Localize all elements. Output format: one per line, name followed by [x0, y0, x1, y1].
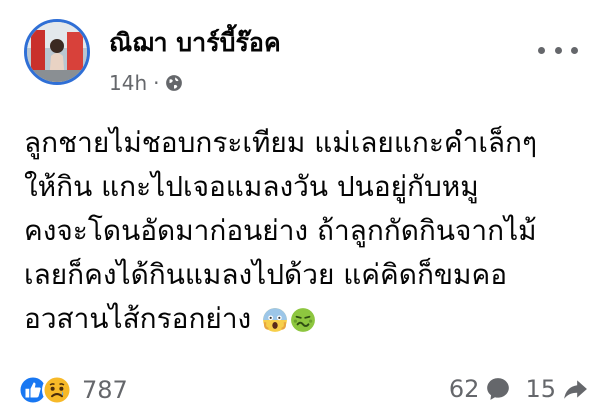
post-text-line-last: อวสานไส้กรอกย่าง	[24, 297, 584, 341]
post-timestamp[interactable]: 14h	[109, 71, 147, 95]
comments-count: 62	[448, 375, 480, 403]
more-options-icon[interactable]	[538, 39, 578, 61]
reactions-summary[interactable]: 787	[18, 375, 128, 405]
reactions-count: 787	[82, 376, 128, 404]
dot-separator: ·	[153, 71, 160, 95]
sad-reaction-icon	[42, 375, 72, 405]
more-dot	[554, 46, 562, 54]
comments-stat[interactable]: 62	[449, 375, 512, 403]
facebook-post: ณิฌา บาร์บี้ร๊อค 14h · ลูกชายไม่ชอบกระเท…	[0, 0, 600, 419]
post-meta: 14h ·	[109, 71, 183, 95]
author-avatar[interactable]	[24, 19, 90, 85]
post-text-line: เลยก็คงได้กินแมลงไปด้วย แค่คิดก็ขมคอ	[24, 258, 508, 291]
nauseated-emoji	[291, 308, 316, 332]
post-header: ณิฌา บาร์บี้ร๊อค 14h ·	[24, 19, 584, 99]
globe-icon[interactable]	[165, 74, 183, 92]
comment-icon	[487, 378, 510, 400]
shares-stat[interactable]: 15	[525, 375, 588, 403]
avatar-photo	[27, 22, 87, 82]
engagement-stats: 62 15	[449, 375, 588, 403]
more-dot	[538, 46, 545, 54]
post-text: ลูกชายไม่ชอบกระเทียม แม่เลยแกะคำเล็กๆ ให…	[24, 121, 584, 341]
shares-count: 15	[525, 375, 556, 403]
post-text-line: ให้กิน แกะไปเจอแมลงวัน ปนอยู่กับหมู	[24, 170, 479, 203]
scream-emoji	[263, 308, 288, 332]
post-text-line: ลูกชายไม่ชอบกระเทียม แม่เลยแกะคำเล็กๆ	[24, 126, 538, 159]
share-icon	[564, 380, 587, 399]
post-text-line: อวสานไส้กรอกย่าง	[24, 302, 252, 335]
post-text-line: คงจะโดนอัดมาก่อนย่าง ถ้าลูกกัดกินจากไม้	[24, 214, 537, 247]
post-footer: 787 62 15	[18, 372, 588, 412]
more-dot	[571, 46, 578, 54]
author-name[interactable]: ณิฌา บาร์บี้ร๊อค	[109, 23, 281, 63]
